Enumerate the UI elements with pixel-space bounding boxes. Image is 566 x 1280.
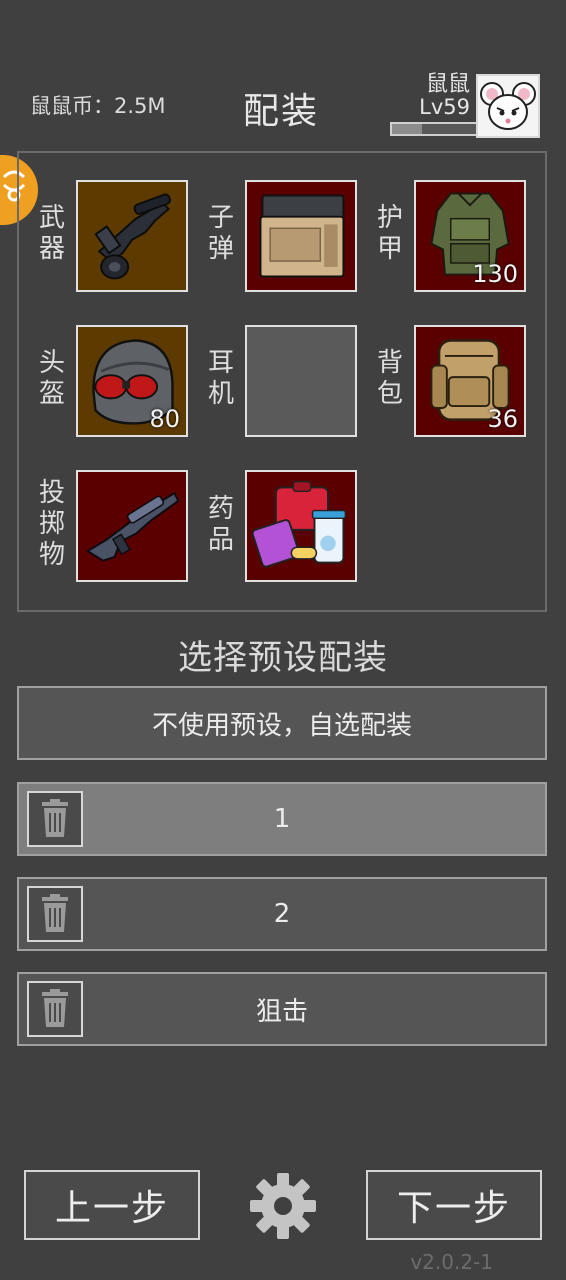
player-avatar[interactable] (476, 74, 540, 138)
gear-icon[interactable] (248, 1171, 318, 1241)
player-name: 鼠鼠 (425, 72, 470, 97)
backpack-slot[interactable]: 36 (414, 325, 526, 437)
headset-slot-empty[interactable] (245, 325, 357, 437)
custom-loadout-label: 不使用预设，自选配装 (151, 710, 412, 741)
medicine-label: 药品 (207, 494, 234, 555)
delete-preset-button[interactable] (27, 791, 83, 847)
preset-item[interactable]: 2 (17, 877, 547, 951)
preset-section-title: 选择预设配装 (178, 638, 388, 678)
trash-icon (42, 894, 68, 932)
throwable-slot[interactable] (76, 470, 188, 582)
backpack-capacity: 36 (487, 405, 518, 433)
ammo-label: 子弹 (207, 203, 234, 264)
version-label: v2.0.2-1 (410, 1250, 493, 1274)
player-level: Lv59 (419, 95, 470, 119)
ammo-slot[interactable] (245, 180, 357, 292)
delete-preset-button[interactable] (27, 886, 83, 942)
next-step-button[interactable]: 下一步 (366, 1170, 542, 1240)
white-mouse-avatar-icon (480, 82, 536, 130)
rifle-with-scope-icon (94, 193, 171, 280)
helmet-label: 头盔 (38, 348, 65, 409)
helmet-slot[interactable]: 80 (76, 325, 188, 437)
delete-preset-button[interactable] (27, 981, 83, 1037)
prev-step-button[interactable]: 上一步 (24, 1170, 200, 1240)
throwable-label: 投掷物 (38, 478, 65, 570)
headset-label: 耳机 (207, 348, 234, 409)
currency-display: 鼠鼠币：2.5M (30, 94, 166, 118)
xp-progress-bar (390, 122, 480, 136)
armor-durability: 130 (472, 260, 518, 288)
medicine-slot[interactable] (245, 470, 357, 582)
page-title: 配装 (243, 91, 320, 132)
custom-loadout-button[interactable]: 不使用预设，自选配装 (17, 686, 547, 760)
medkit-and-pills-icon (251, 480, 347, 568)
preset-item-name: 狙击 (255, 996, 308, 1027)
trash-icon (42, 989, 68, 1027)
ammo-box-icon (259, 194, 345, 278)
weapon-label: 武器 (38, 203, 65, 264)
preset-item-name: 1 (273, 804, 291, 834)
preset-item-name: 2 (273, 899, 291, 929)
preset-item[interactable]: 1 (17, 782, 547, 856)
trash-icon (42, 799, 68, 837)
weapon-slot[interactable] (76, 180, 188, 292)
xp-progress-fill (392, 124, 423, 134)
armor-slot[interactable]: 130 (414, 180, 526, 292)
preset-item[interactable]: 狙击 (17, 972, 547, 1046)
armor-label: 护甲 (376, 203, 403, 264)
backpack-label: 背包 (376, 348, 403, 409)
helmet-durability: 80 (149, 405, 180, 433)
grenade-launcher-icon (85, 491, 180, 562)
